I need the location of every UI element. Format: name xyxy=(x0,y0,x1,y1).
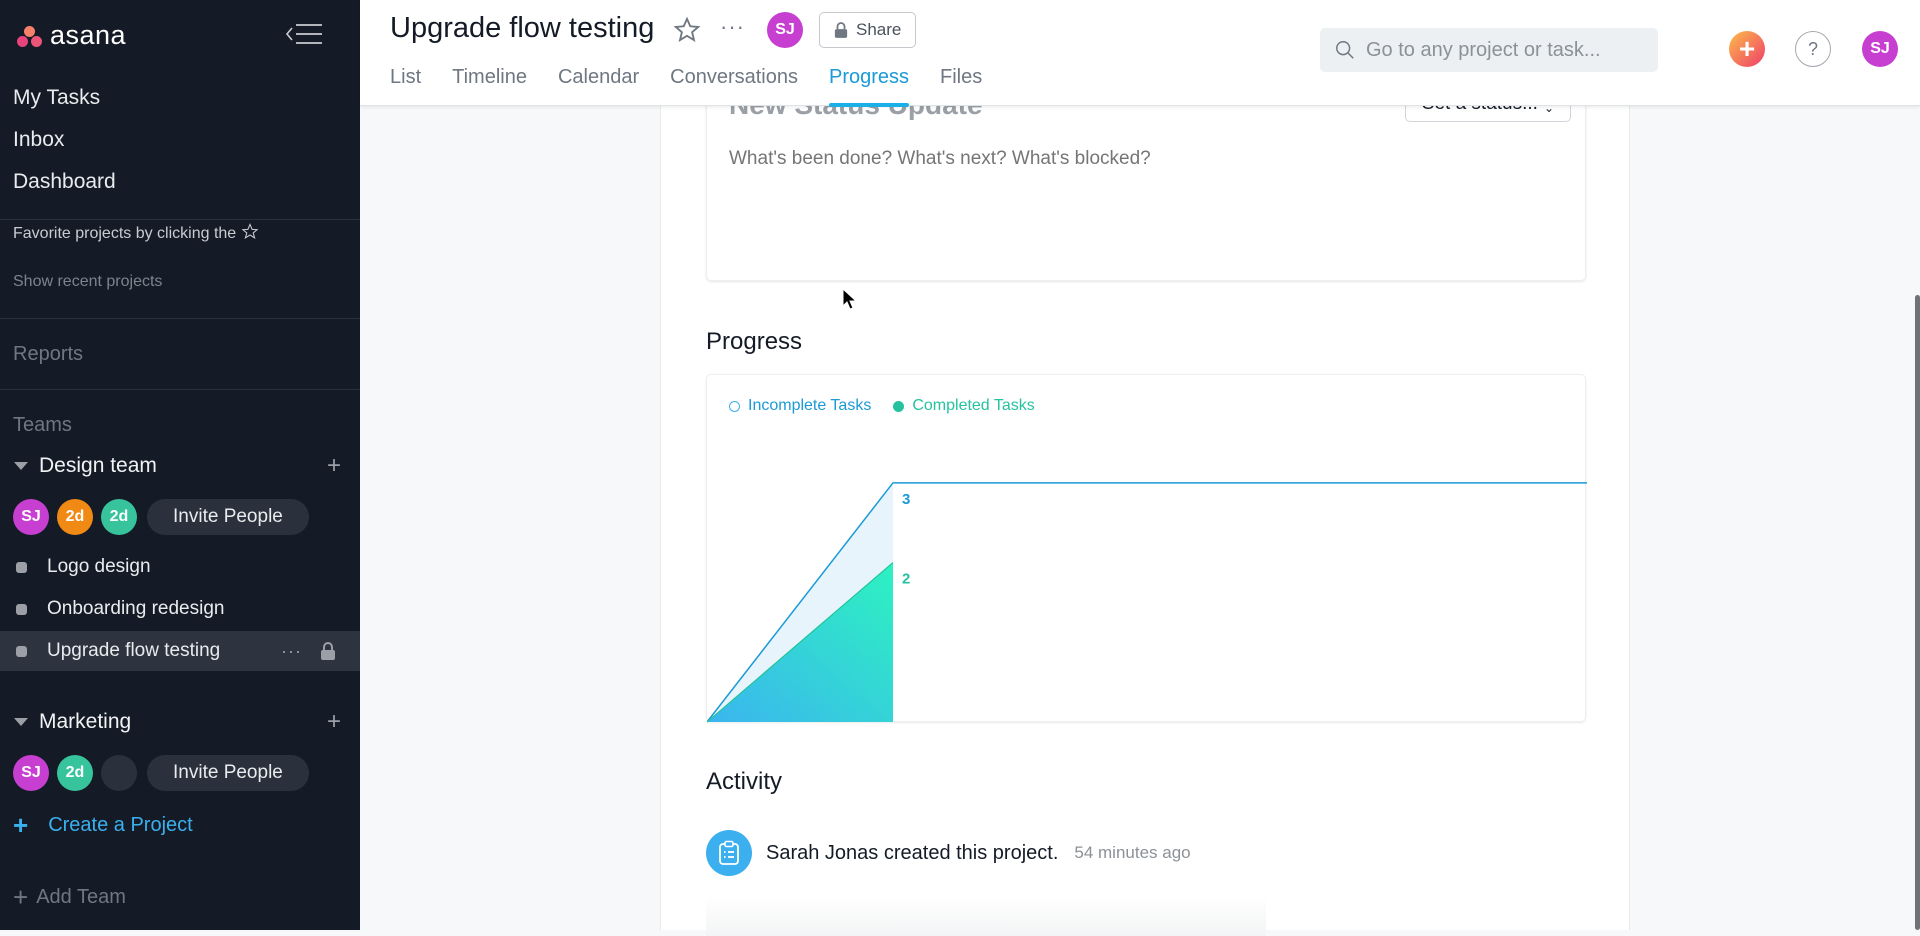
nav-inbox[interactable]: Inbox xyxy=(13,126,116,168)
clipboard-icon xyxy=(706,830,752,876)
teams-label: Teams xyxy=(13,414,72,436)
share-label: Share xyxy=(856,20,902,39)
lock-icon xyxy=(834,22,848,38)
caret-down-icon[interactable] xyxy=(14,718,28,726)
tab-progress[interactable]: Progress xyxy=(828,66,910,107)
divider xyxy=(0,219,360,220)
tab-calendar[interactable]: Calendar xyxy=(558,66,639,106)
project-color-icon xyxy=(16,645,27,657)
project-color-icon xyxy=(16,603,27,615)
project-title[interactable]: Upgrade flow testing xyxy=(390,12,654,45)
activity-action: created this project. xyxy=(883,841,1059,864)
status-update-input[interactable] xyxy=(729,148,1549,248)
add-team-button[interactable]: + Add Team xyxy=(13,882,126,913)
tab-list[interactable]: List xyxy=(390,66,421,106)
star-icon xyxy=(241,223,259,240)
plus-icon: + xyxy=(13,810,29,840)
project-item-active[interactable]: Upgrade flow testing ··· xyxy=(0,631,360,671)
top-bar: Upgrade flow testing ··· SJ Share List T… xyxy=(360,0,1920,107)
asana-logo-icon xyxy=(16,24,44,48)
create-project-label: Create a Project xyxy=(48,814,193,836)
nav-reports[interactable]: Reports xyxy=(13,343,83,366)
project-item[interactable]: Logo design xyxy=(0,547,360,587)
invite-people-button[interactable]: Invite People xyxy=(147,755,309,791)
progress-chart: 32 xyxy=(707,482,1587,723)
team-marketing[interactable]: Marketing + xyxy=(14,707,344,737)
avatar[interactable]: SJ xyxy=(13,499,49,535)
project-owner-avatar[interactable]: SJ xyxy=(767,12,803,48)
sidebar: asana My Tasks Inbox Dashboard Favorite … xyxy=(0,0,360,930)
add-project-icon[interactable]: + xyxy=(324,708,344,736)
main-content: New Status Update Set a status... ⌄ Prog… xyxy=(660,92,1630,936)
chart-legend: Incomplete Tasks Completed Tasks xyxy=(729,397,1057,415)
collapse-sidebar-button[interactable] xyxy=(284,22,324,46)
logo-text: asana xyxy=(50,20,127,50)
search-input[interactable] xyxy=(1366,38,1636,62)
legend-label: Completed Tasks xyxy=(912,397,1035,414)
add-project-icon[interactable]: + xyxy=(324,452,344,480)
avatar[interactable]: 2d xyxy=(57,755,93,791)
project-label: Onboarding redesign xyxy=(47,598,225,619)
show-recent-projects[interactable]: Show recent projects xyxy=(13,273,162,291)
project-tabs: List Timeline Calendar Conversations Pro… xyxy=(390,66,1013,107)
avatar-placeholder[interactable] xyxy=(101,755,137,791)
team-members: SJ 2d 2d Invite People xyxy=(13,499,309,535)
add-team-label: Add Team xyxy=(36,886,126,908)
project-color-icon xyxy=(16,561,27,573)
activity-text: Sarah Jonas created this project. xyxy=(766,842,1058,865)
caret-down-icon[interactable] xyxy=(14,462,28,470)
help-button[interactable]: ? xyxy=(1795,31,1831,67)
tab-files[interactable]: Files xyxy=(940,66,982,106)
team-members: SJ 2d Invite People xyxy=(13,755,309,791)
project-label: Logo design xyxy=(47,556,151,577)
progress-heading: Progress xyxy=(706,328,803,355)
lock-icon xyxy=(321,642,335,660)
nav-my-tasks[interactable]: My Tasks xyxy=(13,84,116,126)
team-name: Marketing xyxy=(39,710,132,733)
data-label-incomplete: 3 xyxy=(902,491,910,508)
divider xyxy=(0,389,360,390)
project-item[interactable]: Onboarding redesign xyxy=(0,589,360,629)
invite-people-button[interactable]: Invite People xyxy=(147,499,309,535)
nav-dashboard[interactable]: Dashboard xyxy=(13,168,116,210)
quick-add-button[interactable]: + xyxy=(1729,31,1765,67)
activity-timestamp: 54 minutes ago xyxy=(1074,843,1191,862)
status-feed-card xyxy=(706,896,1266,936)
tab-timeline[interactable]: Timeline xyxy=(452,66,527,106)
tab-conversations[interactable]: Conversations xyxy=(670,66,798,106)
legend-hollow-dot-icon xyxy=(729,400,740,412)
status-update-card: New Status Update Set a status... ⌄ xyxy=(706,92,1586,281)
avatar[interactable]: 2d xyxy=(101,499,137,535)
search-icon xyxy=(1336,41,1354,59)
user-avatar[interactable]: SJ xyxy=(1862,31,1898,67)
mouse-cursor-icon xyxy=(842,288,858,310)
legend-label: Incomplete Tasks xyxy=(748,397,872,414)
favorites-hint: Favorite projects by clicking the xyxy=(13,223,259,243)
activity-item: Sarah Jonas created this project. 54 min… xyxy=(706,830,1191,876)
project-label: Upgrade flow testing xyxy=(47,640,221,661)
activity-heading: Activity xyxy=(706,768,783,795)
create-project-button[interactable]: + Create a Project xyxy=(13,810,193,841)
scrollbar[interactable] xyxy=(1915,295,1920,930)
team-name: Design team xyxy=(39,454,157,477)
avatar[interactable]: 2d xyxy=(57,499,93,535)
progress-chart-card: 32 Incomplete Tasks Completed Tasks xyxy=(706,374,1587,723)
legend-filled-dot-icon xyxy=(893,400,905,412)
avatar[interactable]: SJ xyxy=(13,755,49,791)
data-label-completed: 2 xyxy=(902,571,910,588)
activity-actor[interactable]: Sarah Jonas xyxy=(766,842,878,864)
project-actions-icon[interactable]: ··· xyxy=(720,14,745,40)
plus-icon: + xyxy=(13,882,29,912)
asana-logo[interactable]: asana xyxy=(16,20,126,51)
search-bar[interactable] xyxy=(1320,28,1658,72)
legend-completed[interactable]: Completed Tasks xyxy=(893,397,1035,415)
legend-incomplete[interactable]: Incomplete Tasks xyxy=(729,397,871,415)
collapse-sidebar-icon xyxy=(285,24,322,44)
more-icon[interactable]: ··· xyxy=(281,641,302,662)
share-button[interactable]: Share xyxy=(819,12,917,48)
favorite-star-icon[interactable] xyxy=(673,16,701,44)
team-design[interactable]: Design team + xyxy=(14,451,344,481)
favorites-hint-text: Favorite projects by clicking the xyxy=(13,225,237,242)
divider xyxy=(0,318,360,319)
